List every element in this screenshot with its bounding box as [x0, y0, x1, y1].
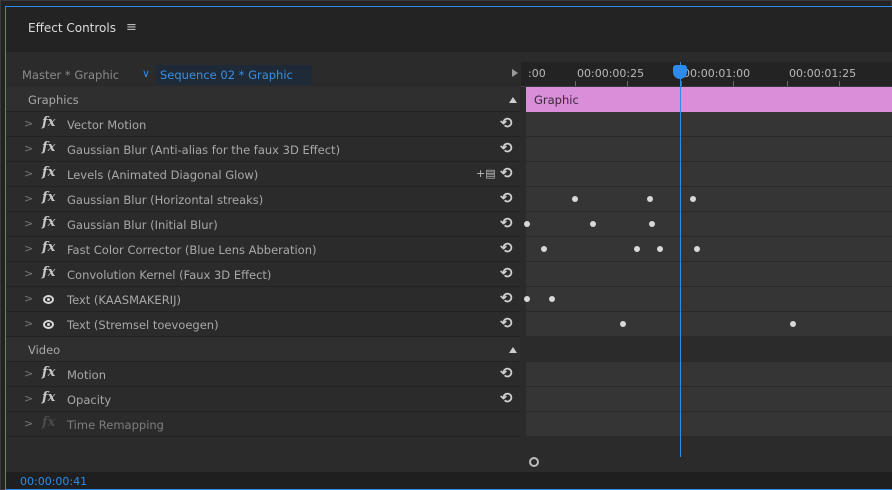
panel-focus-border — [5, 6, 892, 490]
